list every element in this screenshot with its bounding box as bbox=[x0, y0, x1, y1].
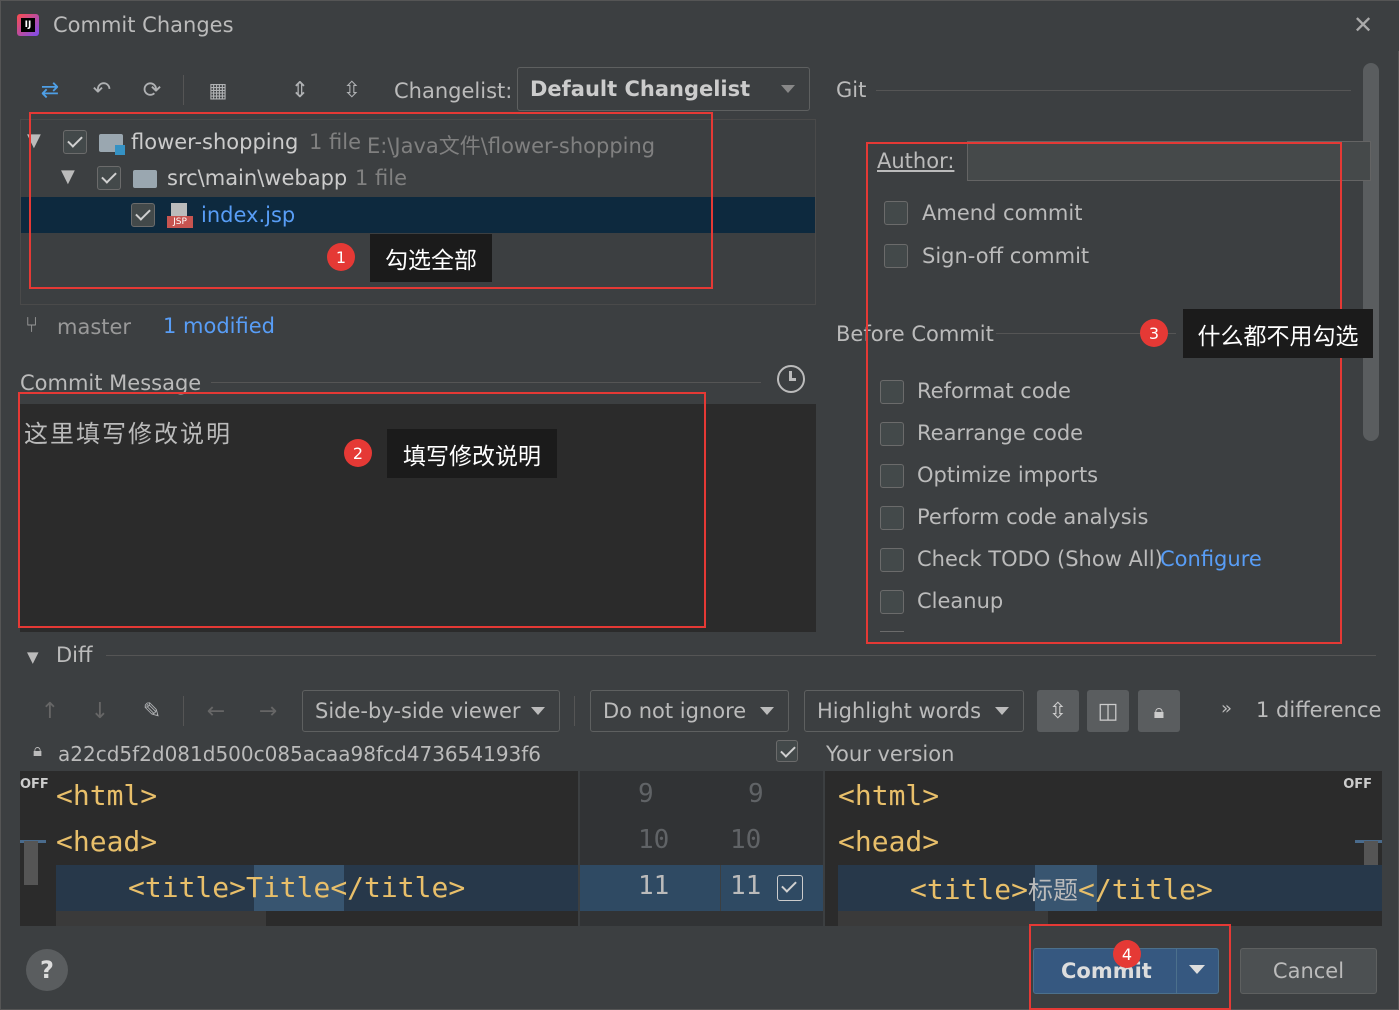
annotation-callout-3: 什么都不用勾选 bbox=[1183, 309, 1373, 358]
chevron-down-icon bbox=[760, 707, 774, 715]
left-num-10: 10 bbox=[638, 825, 670, 855]
annotation-callout-2: 填写修改说明 bbox=[387, 429, 557, 478]
expand-all-icon[interactable]: ⇕ bbox=[285, 75, 315, 105]
app-logo-icon: IJ bbox=[17, 14, 39, 36]
viewer-select[interactable]: Side-by-side viewer bbox=[302, 690, 560, 732]
annotation-badge-1: 1 bbox=[327, 243, 355, 271]
refresh-icon[interactable]: ⟳ bbox=[137, 75, 167, 105]
changelist-select[interactable]: Default Changelist bbox=[517, 67, 810, 111]
annotation-badge-2: 2 bbox=[344, 439, 372, 467]
show-diff-icon[interactable]: ⇄ bbox=[35, 75, 65, 105]
git-section-label: Git bbox=[836, 78, 867, 102]
lock-icon[interactable]: 🔒︎ bbox=[1138, 690, 1180, 732]
left-lock-icon: 🔒︎ bbox=[33, 741, 43, 761]
collapse-unchanged-icon[interactable]: ⇳ bbox=[1037, 690, 1079, 732]
left-num-9: 9 bbox=[638, 779, 654, 809]
left-changed-word: Title bbox=[246, 871, 331, 904]
branch-name: master bbox=[57, 315, 132, 339]
left-line-3: <title>Title</title> bbox=[128, 871, 466, 904]
annotation-badge-4: 4 bbox=[1113, 940, 1141, 968]
right-editor[interactable]: OFF <html> <head> <title>标题</title> bbox=[825, 771, 1382, 926]
cancel-button[interactable]: Cancel bbox=[1240, 948, 1377, 994]
highlight-value: Highlight words bbox=[817, 699, 982, 723]
diff-gutter: 9 9 10 10 11 11 bbox=[580, 771, 823, 926]
right-scrollbar[interactable] bbox=[1363, 63, 1379, 441]
ignore-select[interactable]: Do not ignore bbox=[590, 690, 789, 732]
changelist-label: Changelist: bbox=[394, 79, 513, 103]
diff-toolbar-separator-2 bbox=[574, 696, 575, 726]
viewer-value: Side-by-side viewer bbox=[315, 699, 521, 723]
cancel-label: Cancel bbox=[1272, 959, 1345, 983]
left-scroll-thumb bbox=[24, 841, 38, 885]
left-line-2: <head> bbox=[56, 825, 158, 858]
annotation-callout-1: 勾选全部 bbox=[370, 234, 492, 282]
annotation-box-3 bbox=[866, 142, 1342, 644]
chevron-down-icon bbox=[995, 707, 1009, 715]
left-next-line-stub bbox=[56, 911, 266, 926]
more-icon[interactable]: » bbox=[1221, 698, 1232, 719]
diff-label: Diff bbox=[56, 643, 93, 667]
right-changed-word: 标题 bbox=[1028, 876, 1079, 905]
highlight-select[interactable]: Highlight words bbox=[804, 690, 1024, 732]
off-right-label: OFF bbox=[1343, 777, 1372, 792]
help-button[interactable]: ? bbox=[26, 949, 68, 991]
left-editor[interactable]: OFF <html> <head> <title>Title</title> bbox=[20, 771, 578, 926]
right-num-11: 11 bbox=[730, 871, 762, 901]
ignore-value: Do not ignore bbox=[603, 699, 747, 723]
group-by-icon[interactable]: ▦ bbox=[203, 75, 233, 105]
diff-divider bbox=[106, 655, 1376, 656]
forward-arrow-icon[interactable]: → bbox=[253, 696, 283, 726]
collapse-all-icon[interactable]: ⇳ bbox=[337, 75, 367, 105]
right-num-10: 10 bbox=[730, 825, 762, 855]
right-line-3: <title>标题</title> bbox=[910, 873, 1213, 906]
diff-toolbar-separator bbox=[183, 696, 184, 726]
right-line-2: <head> bbox=[838, 825, 940, 858]
title-bar: IJ Commit Changes ✕ bbox=[1, 1, 1399, 51]
modified-link[interactable]: 1 modified bbox=[163, 314, 275, 338]
back-arrow-icon[interactable]: ← bbox=[201, 696, 231, 726]
include-change-checkbox[interactable] bbox=[776, 740, 798, 762]
close-icon[interactable]: ✕ bbox=[1353, 11, 1373, 39]
chevron-down-icon bbox=[781, 85, 795, 93]
history-clock-icon[interactable] bbox=[777, 365, 805, 393]
annotation-badge-3: 3 bbox=[1140, 319, 1168, 347]
commit-message-divider bbox=[211, 382, 761, 383]
gutter-divider bbox=[720, 865, 721, 911]
help-icon: ? bbox=[40, 956, 54, 984]
annotation-box-2 bbox=[18, 392, 706, 628]
difference-count: 1 difference bbox=[1256, 698, 1382, 722]
left-num-11: 11 bbox=[638, 871, 670, 901]
right-next-line-stub bbox=[838, 911, 1048, 926]
commit-dialog: IJ Commit Changes ✕ ⇄ ↶ ⟳ ▦ ⇕ ⇳ Changeli… bbox=[0, 0, 1399, 1010]
right-num-9: 9 bbox=[748, 779, 764, 809]
line-include-checkbox[interactable] bbox=[777, 875, 803, 901]
prev-diff-icon[interactable]: ↑ bbox=[35, 696, 65, 726]
next-diff-icon[interactable]: ↓ bbox=[85, 696, 115, 726]
left-line-1: <html> bbox=[56, 779, 158, 812]
window-title: Commit Changes bbox=[53, 13, 234, 37]
left-hash: a22cd5f2d081d500c085acaa98fcd473654193f6 bbox=[58, 742, 542, 766]
right-version-label: Your version bbox=[826, 742, 955, 766]
chevron-down-icon bbox=[531, 707, 545, 715]
changelist-value: Default Changelist bbox=[530, 77, 751, 101]
sync-scroll-icon[interactable]: ◫ bbox=[1087, 690, 1129, 732]
right-line-1: <html> bbox=[838, 779, 940, 812]
diff-collapse-icon[interactable]: ▼ bbox=[27, 648, 39, 666]
edit-source-icon[interactable]: ✎ bbox=[137, 696, 167, 726]
off-left-label: OFF bbox=[20, 777, 49, 792]
git-divider bbox=[876, 90, 1351, 91]
branch-icon: ⑂ bbox=[25, 313, 39, 338]
toolbar-separator bbox=[183, 75, 184, 105]
rollback-icon[interactable]: ↶ bbox=[87, 75, 117, 105]
